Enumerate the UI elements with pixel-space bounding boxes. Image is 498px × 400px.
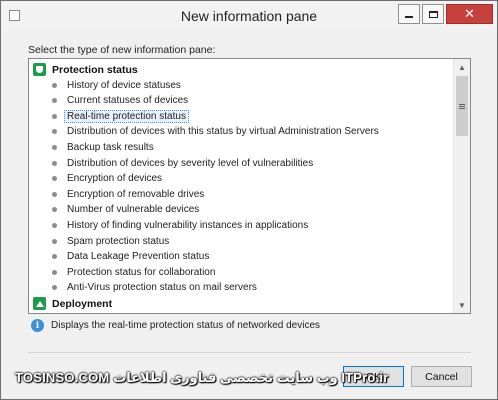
- bullet-icon: [52, 254, 57, 260]
- cancel-button[interactable]: Cancel: [411, 366, 472, 387]
- list-item[interactable]: Number of vulnerable devices: [29, 202, 454, 217]
- bullet-icon: [52, 176, 57, 182]
- bullet-icon: [52, 113, 57, 119]
- description-text: Displays the real-time protection status…: [51, 320, 321, 331]
- list-item[interactable]: Backup task results: [29, 140, 454, 155]
- watermark-text: TOSINSO.COM و‌ب سایت تخصصی فناوری اطلاعا…: [15, 370, 389, 385]
- title-bar[interactable]: New information pane ✕: [1, 1, 497, 31]
- bullet-icon: [52, 223, 57, 228]
- list-item-label: Number of vulnerable devices: [67, 204, 200, 216]
- list-item[interactable]: Distribution of devices with this status…: [29, 124, 454, 139]
- deployment-icon: [33, 297, 46, 310]
- list-item[interactable]: Encryption of devices: [29, 171, 454, 186]
- bullet-icon: [52, 191, 57, 197]
- list-item[interactable]: History of finding vulnerability instanc…: [29, 218, 454, 233]
- list-item-label: Encryption of devices: [67, 173, 163, 185]
- list-item-label: Protection status for collaboration: [67, 266, 216, 278]
- info-icon: i: [31, 319, 44, 332]
- list-item[interactable]: Protection status for collaboration: [29, 265, 454, 280]
- list-content: Protection status History of device statu…: [29, 59, 454, 313]
- bullet-icon: [52, 160, 57, 166]
- pane-type-list[interactable]: Protection status History of device statu…: [28, 58, 471, 314]
- list-item-label: Backup task results: [67, 142, 154, 153]
- dialog-window: New information pane ✕ Select the type o…: [0, 0, 498, 400]
- list-item[interactable]: Anti-Virus protection status on mail ser…: [29, 280, 454, 295]
- group-label: Deployment: [52, 297, 113, 310]
- list-item-label: Distribution of devices by severity leve…: [67, 157, 314, 169]
- list-item[interactable]: Current statuses of devices: [29, 93, 454, 108]
- scroll-up-arrow-icon[interactable]: ▲: [454, 59, 470, 75]
- close-icon: ✕: [464, 6, 475, 21]
- bullet-icon: [52, 145, 57, 150]
- prompt-label: Select the type of new information pane:: [28, 44, 216, 56]
- list-item-label: Encryption of removable drives: [67, 188, 205, 200]
- bullet-icon: [52, 269, 57, 275]
- close-button[interactable]: ✕: [446, 4, 493, 24]
- list-item-label: History of device statuses: [67, 79, 181, 91]
- vertical-scrollbar[interactable]: ▲ ▼: [453, 59, 470, 313]
- list-item[interactable]: Distribution of devices by severity leve…: [29, 156, 454, 171]
- bullet-icon: [52, 82, 57, 88]
- minimize-button[interactable]: [398, 4, 420, 24]
- divider: [28, 352, 471, 353]
- list-item[interactable]: Data Leakage Prevention status: [29, 249, 454, 264]
- list-item-label: History of finding vulnerability instanc…: [67, 220, 309, 231]
- group-header-protection-status[interactable]: Protection status: [29, 62, 454, 77]
- grip-icon: [459, 103, 465, 109]
- group-header-deployment[interactable]: Deployment: [29, 296, 454, 311]
- bullet-icon: [52, 129, 57, 135]
- bullet-icon: [52, 285, 57, 291]
- list-item[interactable]: History of device statuses: [29, 78, 454, 93]
- maximize-button[interactable]: [422, 4, 444, 24]
- bullet-icon: [52, 98, 57, 104]
- scroll-thumb[interactable]: [456, 76, 468, 136]
- list-item-label: Data Leakage Prevention status: [67, 251, 210, 263]
- bullet-icon: [52, 238, 57, 244]
- list-item[interactable]: Encryption of removable drives: [29, 187, 454, 202]
- group-label: Protection status: [52, 63, 138, 76]
- description: i Displays the real-time protection stat…: [31, 319, 320, 332]
- list-item-label: Anti-Virus protection status on mail ser…: [67, 282, 257, 294]
- list-item[interactable]: Spam protection status: [29, 234, 454, 249]
- bullet-icon: [52, 207, 57, 213]
- list-item-label: Spam protection status: [67, 235, 170, 247]
- list-item-label: Distribution of devices with this status…: [67, 126, 379, 138]
- list-item-label: Real-time protection status: [64, 109, 189, 123]
- list-item-label: Current statuses of devices: [67, 95, 189, 107]
- minimize-icon: [405, 16, 413, 18]
- maximize-icon: [428, 10, 438, 18]
- shield-icon: [33, 63, 46, 76]
- scroll-down-arrow-icon[interactable]: ▼: [454, 297, 470, 313]
- list-item[interactable]: Real-time protection status: [29, 109, 454, 124]
